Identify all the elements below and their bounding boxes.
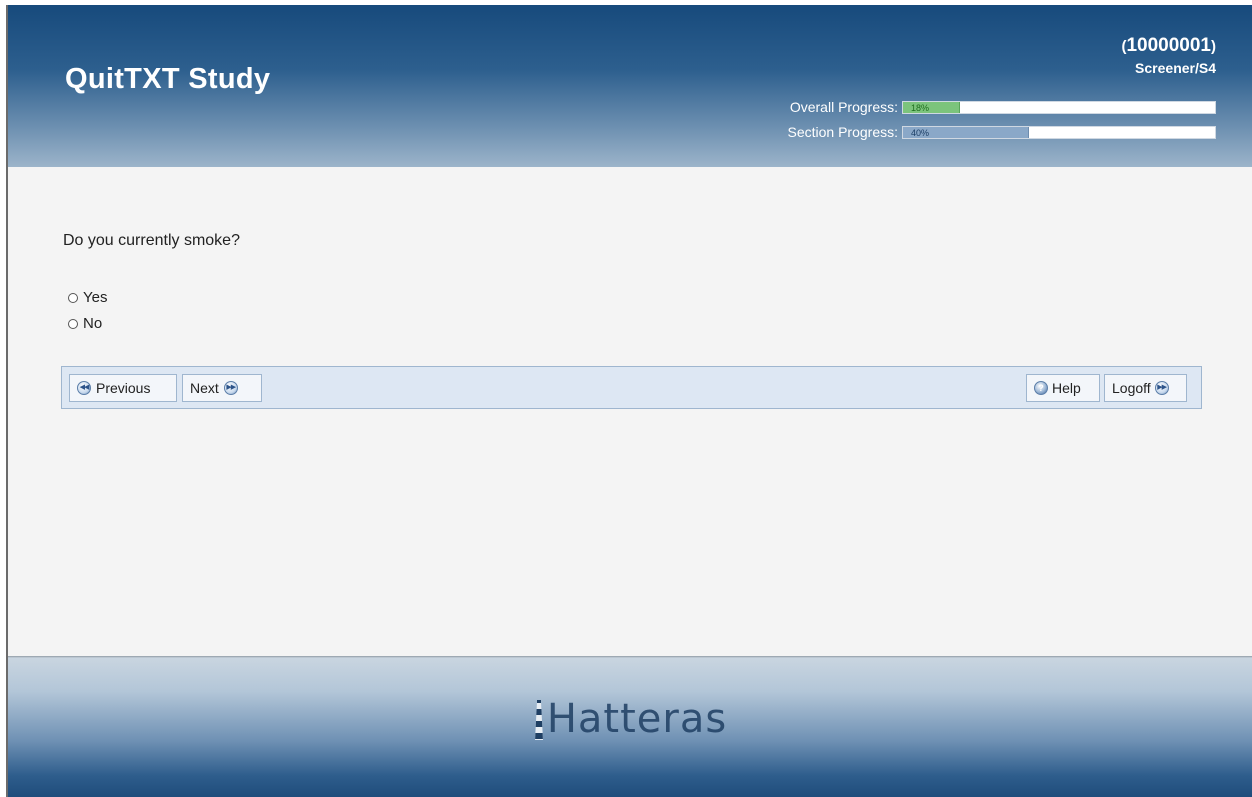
- option-no-label: No: [83, 315, 103, 332]
- overall-progress: Overall Progress: 18%: [790, 99, 1216, 115]
- overall-progress-text: 18%: [911, 102, 930, 113]
- logoff-button[interactable]: Logoff ▶▶: [1104, 374, 1187, 402]
- navigation-bar: ◀◀ Previous Next ▶▶ ? Help Logoff ▶▶: [61, 366, 1202, 409]
- previous-button-label: Previous: [96, 380, 151, 396]
- section-progress: Section Progress: 40%: [787, 124, 1216, 140]
- next-button[interactable]: Next ▶▶: [182, 374, 262, 402]
- question-text: Do you currently smoke?: [63, 232, 240, 249]
- section-progress-label: Section Progress:: [787, 124, 899, 140]
- radio-button-no[interactable]: [68, 318, 78, 329]
- help-button[interactable]: ? Help: [1026, 374, 1100, 402]
- paren-close: ): [1211, 38, 1216, 55]
- footer: Hatteras: [8, 656, 1252, 797]
- page-title: QuitTXT Study: [65, 63, 271, 95]
- overall-progress-bar: 18%: [902, 100, 1216, 114]
- section-progress-text: 40%: [911, 127, 930, 138]
- rewind-icon: ◀◀: [77, 381, 91, 395]
- logo-text: Hatteras: [546, 696, 728, 742]
- survey-window: QuitTXT Study (10000001) Screener/S4 Ove…: [6, 5, 1252, 797]
- help-icon: ?: [1034, 381, 1048, 395]
- section-name: Screener/S4: [1135, 60, 1216, 76]
- next-button-label: Next: [190, 380, 219, 396]
- previous-button[interactable]: ◀◀ Previous: [69, 374, 177, 402]
- option-yes-label: Yes: [83, 289, 108, 306]
- radio-button-yes[interactable]: [68, 292, 78, 303]
- hatteras-logo: Hatteras: [8, 696, 1252, 742]
- overall-progress-label: Overall Progress:: [789, 99, 898, 115]
- header: QuitTXT Study (10000001) Screener/S4 Ove…: [8, 5, 1252, 167]
- option-no[interactable]: No: [68, 315, 102, 332]
- lighthouse-icon: [534, 700, 543, 740]
- help-button-label: Help: [1052, 380, 1081, 396]
- logoff-button-label: Logoff: [1112, 380, 1151, 396]
- fast-forward-icon: ▶▶: [1154, 381, 1169, 395]
- section-progress-bar: 40%: [902, 125, 1216, 139]
- fast-forward-icon: ▶▶: [223, 381, 238, 395]
- participant-id-value: 10000001: [1126, 35, 1211, 56]
- option-yes[interactable]: Yes: [68, 289, 107, 306]
- participant-id: (10000001): [1121, 35, 1216, 57]
